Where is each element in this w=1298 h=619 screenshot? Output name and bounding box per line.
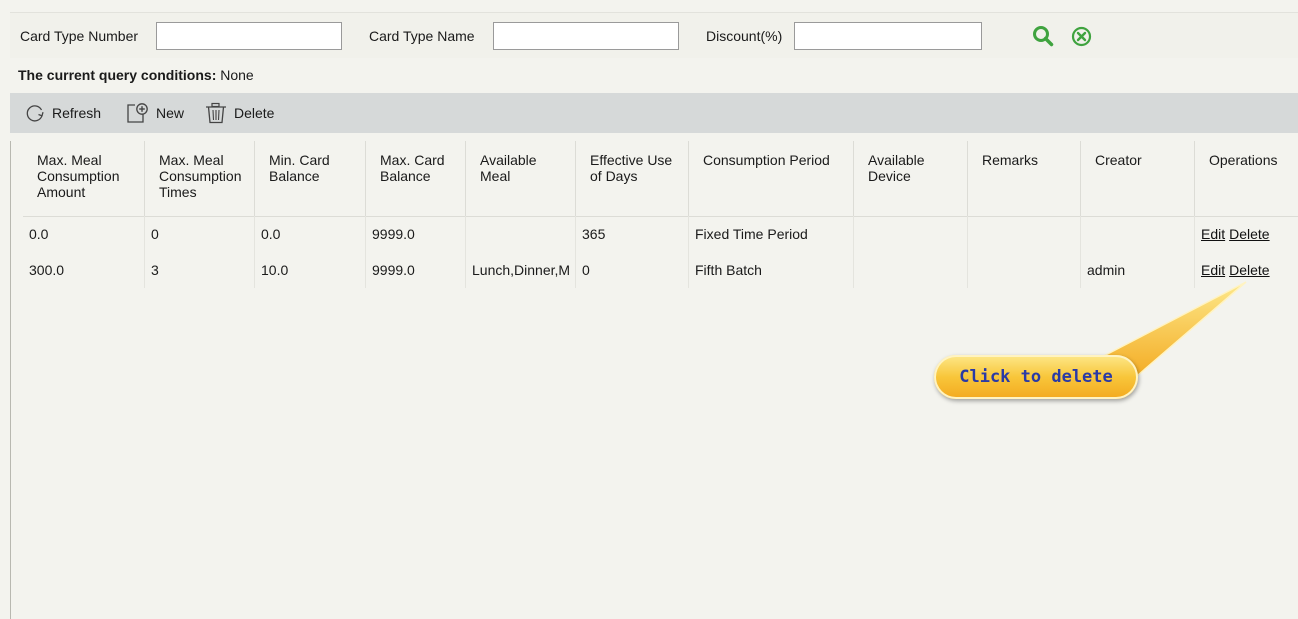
column-header[interactable]: Available Meal (466, 141, 576, 216)
table-cell: 0 (576, 252, 689, 288)
table-row[interactable]: 300.0 3 10.0 9999.0 Lunch,Dinner,M 0 Fif… (23, 252, 1298, 288)
table-header: Max. Meal Consumption Amount Max. Meal C… (23, 141, 1298, 217)
table-cell: 365 (576, 216, 689, 252)
delete-link[interactable]: Delete (1229, 262, 1269, 278)
new-label: New (156, 105, 185, 121)
table-cell (968, 216, 1081, 252)
delete-toolbar-button[interactable]: Delete (204, 93, 274, 133)
discount-input[interactable] (795, 23, 981, 49)
column-header[interactable]: Effective Use of Days (576, 141, 689, 216)
table-cell: 9999.0 (366, 252, 466, 288)
table-cell (854, 252, 968, 288)
table-cell: admin (1081, 252, 1195, 288)
column-header[interactable]: Operations (1195, 141, 1298, 216)
table-cell: 0.0 (255, 216, 366, 252)
delete-hint-callout: Click to delete (934, 355, 1138, 399)
table-cell: 10.0 (255, 252, 366, 288)
card-type-page: Card Type Number Card Type Name Discount… (0, 0, 1298, 619)
discount-label: Discount(%) (706, 28, 783, 44)
query-conditions: The current query conditions: None (18, 64, 254, 86)
search-bar: Card Type Number Card Type Name Discount… (10, 12, 1298, 58)
query-conditions-label: The current query conditions: (18, 67, 217, 83)
column-header[interactable]: Min. Card Balance (255, 141, 366, 216)
clear-icon[interactable] (1071, 26, 1092, 50)
table-cell (466, 216, 576, 252)
table-cell (1081, 216, 1195, 252)
search-icon[interactable] (1032, 25, 1054, 50)
discount-field[interactable] (794, 22, 982, 50)
refresh-button[interactable]: Refresh (24, 93, 101, 133)
operations-cell: Edit Delete (1195, 216, 1298, 252)
refresh-icon (26, 105, 44, 122)
new-document-icon (127, 103, 148, 123)
column-header[interactable]: Remarks (968, 141, 1081, 216)
card-type-number-input[interactable] (157, 23, 341, 49)
delete-toolbar-label: Delete (234, 105, 275, 121)
column-header[interactable]: Max. Meal Consumption Amount (23, 141, 145, 216)
table-cell (968, 252, 1081, 288)
card-type-name-input[interactable] (494, 23, 678, 49)
column-header[interactable]: Max. Card Balance (366, 141, 466, 216)
refresh-label: Refresh (52, 105, 102, 121)
edit-link[interactable]: Edit (1201, 262, 1225, 278)
table-cell (854, 216, 968, 252)
table-cell: 300.0 (23, 252, 145, 288)
operations-cell: Edit Delete (1195, 252, 1298, 288)
query-conditions-value: None (216, 67, 254, 83)
table-cell: Fifth Batch (689, 252, 854, 288)
card-type-name-label: Card Type Name (369, 28, 475, 44)
column-header[interactable]: Max. Meal Consumption Times (145, 141, 255, 216)
edit-link[interactable]: Edit (1201, 226, 1225, 242)
new-button[interactable]: New (126, 93, 184, 133)
table-cell: 0.0 (23, 216, 145, 252)
delete-link[interactable]: Delete (1229, 226, 1269, 242)
toolbar: Refresh New Delete (10, 93, 1298, 133)
recycle-bin-icon (206, 102, 226, 124)
table-cell: 9999.0 (366, 216, 466, 252)
column-header[interactable]: Available Device (854, 141, 968, 216)
table-row[interactable]: 0.0 0 0.0 9999.0 365 Fixed Time Period E… (23, 216, 1298, 252)
table-cell: Fixed Time Period (689, 216, 854, 252)
column-header[interactable]: Creator (1081, 141, 1195, 216)
card-type-number-field[interactable] (156, 22, 342, 50)
column-header[interactable]: Consumption Period (689, 141, 854, 216)
table-cell: 3 (145, 252, 255, 288)
table-cell: 0 (145, 216, 255, 252)
table-cell: Lunch,Dinner,M (466, 252, 576, 288)
card-type-name-field[interactable] (493, 22, 679, 50)
card-type-number-label: Card Type Number (20, 28, 139, 44)
